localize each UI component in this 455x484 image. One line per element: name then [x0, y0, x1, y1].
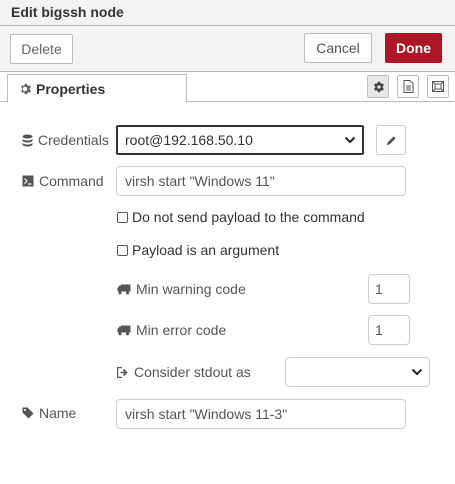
- truck-icon: [117, 284, 131, 294]
- dialog-header: Edit bigssh node: [0, 0, 455, 26]
- cancel-button[interactable]: Cancel: [304, 33, 372, 63]
- settings-tab-button[interactable]: [367, 75, 389, 98]
- file-text-icon: [403, 80, 413, 93]
- terminal-icon: [22, 175, 34, 187]
- no-payload-option[interactable]: Do not send payload to the command: [117, 209, 365, 225]
- credentials-select[interactable]: root@192.168.50.10: [116, 125, 364, 155]
- edit-credentials-button[interactable]: [376, 125, 406, 155]
- payload-arg-label: Payload is an argument: [132, 242, 280, 258]
- sign-out-icon: [117, 366, 128, 378]
- command-value: virsh start "Windows 11": [125, 173, 275, 189]
- min-error-row-label: Min error code: [117, 322, 226, 338]
- name-row-label: Name: [22, 405, 76, 421]
- min-warning-input[interactable]: 1: [368, 274, 410, 304]
- command-row-label: Command: [22, 173, 104, 189]
- tab-bar: Properties: [0, 72, 455, 103]
- min-warning-row-label: Min warning code: [117, 281, 246, 297]
- description-tab-button[interactable]: [397, 75, 419, 98]
- pencil-icon: [386, 135, 396, 145]
- tab-properties-label: Properties: [36, 80, 106, 97]
- credentials-value: root@192.168.50.10: [125, 132, 253, 148]
- tab-properties[interactable]: Properties: [7, 74, 187, 103]
- min-error-label: Min error code: [136, 322, 227, 338]
- no-payload-checkbox[interactable]: [117, 211, 128, 223]
- min-warning-value: 1: [375, 281, 383, 297]
- gear-icon: [21, 83, 31, 94]
- appearance-tab-button[interactable]: [427, 75, 449, 98]
- no-payload-label: Do not send payload to the command: [132, 209, 365, 225]
- name-input[interactable]: virsh start "Windows 11-3": [116, 399, 406, 429]
- name-value: virsh start "Windows 11-3": [125, 406, 288, 422]
- chevron-down-icon: [411, 368, 423, 376]
- dialog-title: Edit bigssh node: [11, 4, 124, 20]
- min-error-value: 1: [375, 322, 383, 338]
- database-icon: [22, 134, 33, 146]
- gear-icon: [374, 81, 384, 92]
- dialog-toolbar: Delete Cancel Done: [0, 26, 455, 72]
- appearance-icon: [432, 81, 444, 92]
- chevron-down-icon: [344, 136, 356, 144]
- done-button[interactable]: Done: [385, 33, 442, 63]
- command-input[interactable]: virsh start "Windows 11": [116, 166, 406, 196]
- min-warning-label: Min warning code: [136, 281, 246, 297]
- payload-arg-option[interactable]: Payload is an argument: [117, 242, 279, 258]
- credentials-row-label: Credentials: [22, 132, 109, 148]
- command-label: Command: [39, 173, 104, 189]
- credentials-label: Credentials: [38, 132, 109, 148]
- stdout-label: Consider stdout as: [134, 364, 251, 380]
- tag-icon: [22, 407, 34, 419]
- min-error-input[interactable]: 1: [368, 315, 410, 345]
- payload-arg-checkbox[interactable]: [117, 244, 128, 256]
- stdout-select[interactable]: [285, 357, 430, 387]
- stdout-row-label: Consider stdout as: [117, 364, 251, 380]
- truck-icon: [117, 325, 131, 335]
- delete-button[interactable]: Delete: [10, 34, 73, 64]
- name-label: Name: [39, 405, 77, 421]
